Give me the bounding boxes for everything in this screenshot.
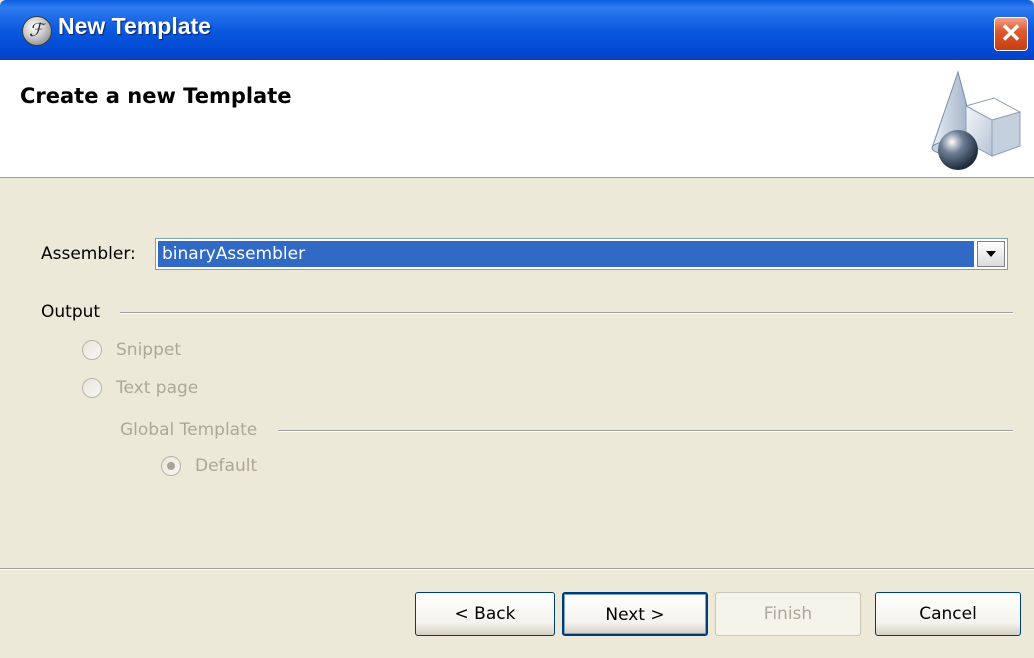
page-title: Create a new Template (20, 84, 292, 108)
output-group-label: Output (41, 302, 101, 322)
assembler-label: Assembler: (41, 244, 136, 264)
output-group-divider (120, 312, 1013, 314)
radio-snippet[interactable] (82, 340, 102, 360)
back-button[interactable]: < Back (415, 592, 555, 636)
app-icon: ℱ (22, 16, 52, 46)
window-title: New Template (58, 13, 211, 39)
assembler-combo[interactable]: binaryAssembler (155, 238, 1008, 270)
button-bar-separator (0, 568, 1034, 570)
wizard-header (0, 60, 1034, 178)
cancel-button[interactable]: Cancel (875, 592, 1021, 636)
radio-default-label: Default (195, 456, 258, 476)
radio-default[interactable] (161, 456, 181, 476)
close-icon[interactable]: ✕ (1000, 18, 1022, 48)
finish-button[interactable]: Finish (715, 592, 861, 636)
radio-text-page-label: Text page (116, 378, 199, 398)
shapes-wizard-icon (931, 70, 1022, 170)
global-template-group-divider (278, 430, 1013, 432)
global-template-group-label: Global Template (120, 420, 258, 440)
dropdown-button[interactable] (977, 241, 1005, 267)
chevron-down-icon (986, 251, 996, 257)
close-button[interactable]: ✕ (994, 17, 1028, 51)
next-button[interactable]: Next > (562, 592, 708, 636)
radio-text-page[interactable] (82, 378, 102, 398)
radio-snippet-label: Snippet (116, 340, 181, 360)
assembler-value[interactable]: binaryAssembler (158, 241, 974, 267)
radio-selected-dot (167, 462, 175, 470)
